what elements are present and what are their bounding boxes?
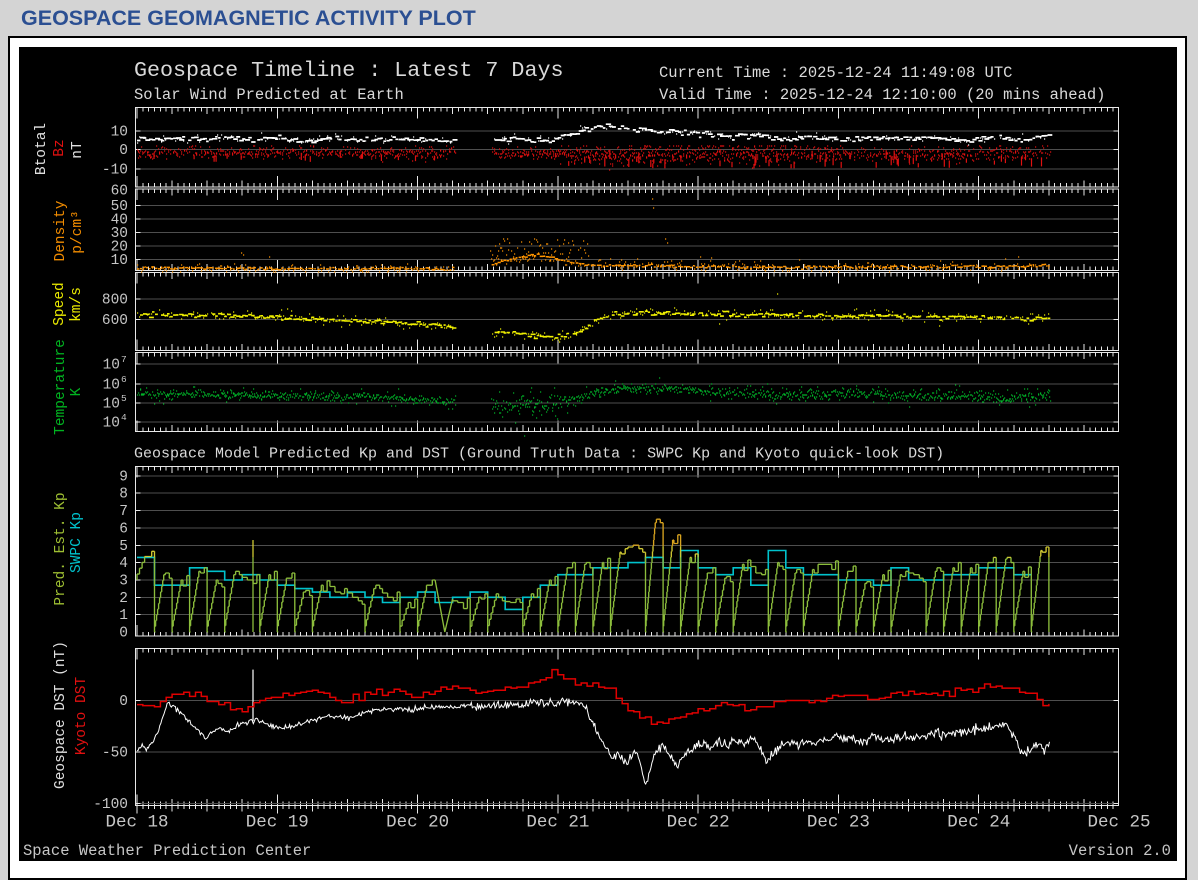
svg-text:km/s: km/s xyxy=(69,287,85,322)
svg-text:p/cm³: p/cm³ xyxy=(70,210,86,254)
svg-text:1: 1 xyxy=(119,608,128,624)
svg-text:5: 5 xyxy=(119,539,128,555)
svg-text:0: 0 xyxy=(119,143,128,159)
svg-text:Bz: Bz xyxy=(52,139,68,156)
svg-text:6: 6 xyxy=(119,521,128,537)
svg-text:5: 5 xyxy=(121,393,127,404)
svg-text:Geospace Model Predicted Kp an: Geospace Model Predicted Kp and DST (Gro… xyxy=(134,446,944,463)
svg-text:Temperature: Temperature xyxy=(53,339,69,435)
svg-text:7: 7 xyxy=(119,504,128,520)
svg-text:10: 10 xyxy=(111,125,128,141)
svg-text:-100: -100 xyxy=(93,797,128,813)
svg-text:60: 60 xyxy=(111,184,128,200)
svg-text:10: 10 xyxy=(103,378,120,394)
svg-text:Dec 23: Dec 23 xyxy=(807,813,870,833)
svg-text:Dec 19: Dec 19 xyxy=(246,813,309,833)
svg-text:3: 3 xyxy=(119,573,128,589)
svg-text:9: 9 xyxy=(119,469,128,485)
svg-text:Density: Density xyxy=(53,200,69,261)
svg-text:-10: -10 xyxy=(102,163,128,179)
svg-text:-50: -50 xyxy=(102,746,128,762)
svg-text:Valid Time : 2025-12-24 12:10:: Valid Time : 2025-12-24 12:10:00 (20 min… xyxy=(659,86,1105,104)
svg-text:0: 0 xyxy=(119,694,128,710)
svg-text:Dec 21: Dec 21 xyxy=(526,813,589,833)
svg-text:2: 2 xyxy=(119,591,128,607)
svg-text:10: 10 xyxy=(103,416,120,432)
svg-text:Speed: Speed xyxy=(52,282,68,326)
svg-text:4: 4 xyxy=(121,412,127,423)
svg-text:10: 10 xyxy=(111,253,128,269)
svg-text:Kyoto DST: Kyoto DST xyxy=(74,677,90,756)
svg-text:Current Time : 2025-12-24 11:4: Current Time : 2025-12-24 11:49:08 UTC xyxy=(659,64,1012,82)
svg-text:10: 10 xyxy=(103,358,120,374)
svg-text:SWPC Kp: SWPC Kp xyxy=(69,512,85,573)
svg-text:Pred. Est. Kp: Pred. Est. Kp xyxy=(53,492,69,605)
svg-text:nT: nT xyxy=(70,141,86,159)
svg-text:800: 800 xyxy=(102,293,128,309)
svg-text:7: 7 xyxy=(121,354,127,365)
svg-text:8: 8 xyxy=(119,487,128,503)
svg-text:10: 10 xyxy=(103,397,120,413)
svg-text:0: 0 xyxy=(119,626,128,642)
svg-text:Geospace DST (nT): Geospace DST (nT) xyxy=(53,641,69,789)
svg-text:K: K xyxy=(69,387,85,396)
svg-text:4: 4 xyxy=(119,556,128,572)
svg-text:Geospace Timeline : Latest 7 D: Geospace Timeline : Latest 7 Days xyxy=(134,58,563,83)
svg-text:Dec 18: Dec 18 xyxy=(105,813,168,833)
svg-text:6: 6 xyxy=(121,374,127,385)
svg-text:Space Weather Prediction Cente: Space Weather Prediction Center xyxy=(23,842,311,860)
svg-text:Version 2.0: Version 2.0 xyxy=(1069,842,1171,860)
svg-text:Dec 20: Dec 20 xyxy=(386,813,449,833)
svg-text:600: 600 xyxy=(102,313,128,329)
svg-text:Dec 25: Dec 25 xyxy=(1087,813,1150,833)
svg-text:Solar Wind Predicted at Earth: Solar Wind Predicted at Earth xyxy=(134,86,404,104)
svg-text:Btotal: Btotal xyxy=(34,123,50,175)
svg-text:Dec 24: Dec 24 xyxy=(947,813,1010,833)
svg-text:Dec 22: Dec 22 xyxy=(667,813,730,833)
